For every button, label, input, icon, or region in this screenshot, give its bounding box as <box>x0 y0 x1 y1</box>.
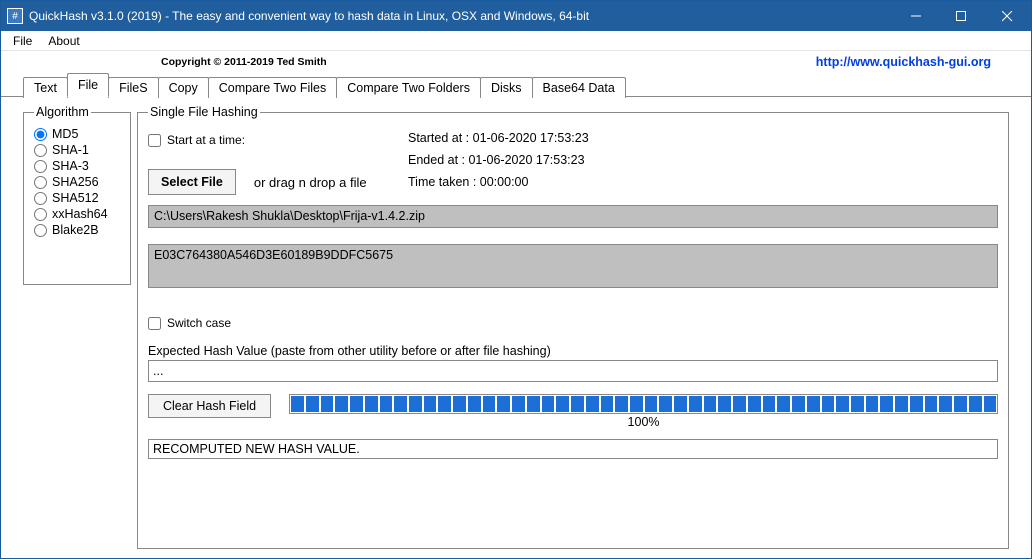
header-strip: Copyright © 2011-2019 Ted Smith http://w… <box>1 51 1031 73</box>
single-file-hashing-group: Single File Hashing Start at a time: Sta… <box>137 105 1009 549</box>
tab-base64[interactable]: Base64 Data <box>532 77 626 98</box>
timing-readout: Started at : 01-06-2020 17:53:23 Ended a… <box>408 127 589 193</box>
algo-md5-label: MD5 <box>52 127 78 141</box>
tab-compare-two-files[interactable]: Compare Two Files <box>208 77 337 98</box>
algorithm-legend: Algorithm <box>34 105 91 119</box>
start-at-time-label: Start at a time: <box>167 133 245 147</box>
radio-blake2b[interactable] <box>34 224 47 237</box>
tab-text[interactable]: Text <box>23 77 68 98</box>
select-file-button[interactable]: Select File <box>148 169 236 195</box>
radio-sha512[interactable] <box>34 192 47 205</box>
radio-sha3[interactable] <box>34 160 47 173</box>
expected-hash-input[interactable] <box>148 360 998 382</box>
tab-disks[interactable]: Disks <box>480 77 533 98</box>
algo-sha1-label: SHA-1 <box>52 143 89 157</box>
app-icon: # <box>7 8 23 24</box>
menu-file[interactable]: File <box>5 32 40 50</box>
switch-case-label: Switch case <box>167 316 231 330</box>
window-title: QuickHash v3.1.0 (2019) - The easy and c… <box>29 9 893 23</box>
radio-xxhash64[interactable] <box>34 208 47 221</box>
ended-at-text: Ended at : 01-06-2020 17:53:23 <box>408 149 589 171</box>
menu-about[interactable]: About <box>40 32 87 50</box>
close-button[interactable] <box>983 1 1031 31</box>
algo-sha512-label: SHA512 <box>52 191 99 205</box>
tab-copy[interactable]: Copy <box>158 77 209 98</box>
hash-output-display[interactable]: E03C764380A546D3E60189B9DDFC5675 <box>148 244 998 288</box>
tab-compare-two-folders[interactable]: Compare Two Folders <box>336 77 481 98</box>
drag-hint-text: or drag n drop a file <box>254 175 367 190</box>
start-at-time-checkbox[interactable] <box>148 134 161 147</box>
algo-blake2b[interactable]: Blake2B <box>34 223 120 237</box>
expected-hash-label: Expected Hash Value (paste from other ut… <box>148 344 998 358</box>
file-path-display[interactable]: C:\Users\Rakesh Shukla\Desktop\Frija-v1.… <box>148 205 998 228</box>
algo-sha3[interactable]: SHA-3 <box>34 159 120 173</box>
tab-files[interactable]: FileS <box>108 77 158 98</box>
radio-sha1[interactable] <box>34 144 47 157</box>
algo-sha3-label: SHA-3 <box>52 159 89 173</box>
started-at-text: Started at : 01-06-2020 17:53:23 <box>408 127 589 149</box>
algo-md5[interactable]: MD5 <box>34 127 120 141</box>
tab-row: Text File FileS Copy Compare Two Files C… <box>1 73 1031 97</box>
radio-md5[interactable] <box>34 128 47 141</box>
algo-xxhash64[interactable]: xxHash64 <box>34 207 120 221</box>
maximize-button[interactable] <box>938 1 983 31</box>
website-link[interactable]: http://www.quickhash-gui.org <box>816 55 991 69</box>
tab-file[interactable]: File <box>67 73 109 97</box>
copyright-text: Copyright © 2011-2019 Ted Smith <box>161 56 327 68</box>
status-message: RECOMPUTED NEW HASH VALUE. <box>148 439 998 459</box>
menubar: File About <box>1 31 1031 51</box>
algorithm-group: Algorithm MD5 SHA-1 SHA-3 SHA256 SHA512 … <box>23 105 131 285</box>
algo-xxhash64-label: xxHash64 <box>52 207 108 221</box>
radio-sha256[interactable] <box>34 176 47 189</box>
algo-sha1[interactable]: SHA-1 <box>34 143 120 157</box>
algo-blake2b-label: Blake2B <box>52 223 99 237</box>
progress-bar <box>289 394 998 414</box>
switch-case-checkbox[interactable] <box>148 317 161 330</box>
algo-sha256[interactable]: SHA256 <box>34 175 120 189</box>
content-area: Algorithm MD5 SHA-1 SHA-3 SHA256 SHA512 … <box>1 96 1031 557</box>
clear-hash-button[interactable]: Clear Hash Field <box>148 394 271 418</box>
algo-sha512[interactable]: SHA512 <box>34 191 120 205</box>
time-taken-text: Time taken : 00:00:00 <box>408 171 589 193</box>
minimize-button[interactable] <box>893 1 938 31</box>
algo-sha256-label: SHA256 <box>52 175 99 189</box>
titlebar[interactable]: # QuickHash v3.1.0 (2019) - The easy and… <box>1 1 1031 31</box>
single-legend: Single File Hashing <box>148 105 260 119</box>
progress-percent: 100% <box>289 415 998 429</box>
